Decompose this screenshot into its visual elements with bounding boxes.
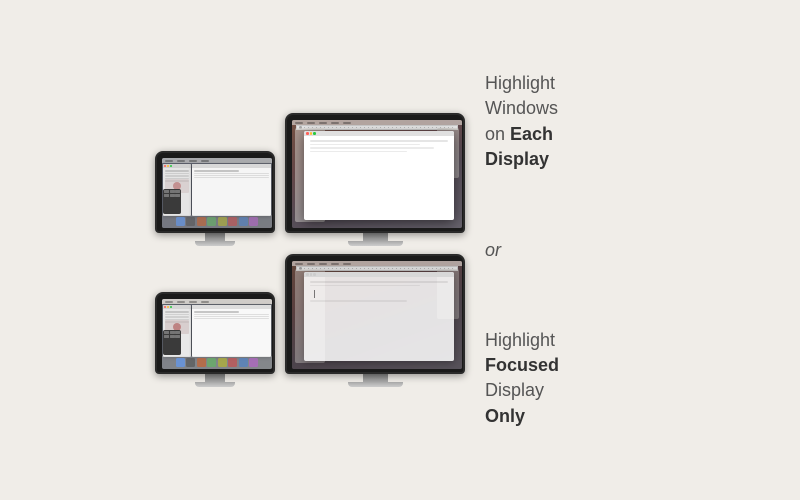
bottom-left-monitor-neck (205, 374, 225, 382)
bottom-label-text: Highlight Focused Display Only (485, 328, 645, 429)
or-text: or (485, 240, 501, 261)
top-label-block: Highlight Windows on Each Display (485, 71, 645, 172)
top-left-monitor (155, 151, 275, 233)
bottom-right-monitor (285, 254, 465, 374)
top-right-monitor-wrap (285, 113, 465, 246)
bottom-left-monitor-wrap (155, 292, 275, 387)
top-left-monitor-wrap (155, 151, 275, 246)
bottom-right-monitor-neck (363, 374, 388, 382)
top-monitor-row (155, 113, 465, 246)
top-right-monitor-neck (363, 233, 388, 241)
bottom-right-monitor-base (348, 382, 403, 387)
top-left-monitor-neck (205, 233, 225, 241)
bottom-right-monitor-wrap (285, 254, 465, 387)
bottom-monitor-row (155, 254, 465, 387)
bottom-left-screen (162, 299, 272, 369)
main-container: Highlight Windows on Each Display or Hig… (0, 0, 800, 500)
top-right-screen (292, 120, 462, 228)
top-left-screen (162, 158, 272, 228)
bottom-left-monitor-base (195, 382, 235, 387)
monitors-column (155, 113, 465, 387)
top-left-monitor-base (195, 241, 235, 246)
top-label-line1: Highlight Windows on Each Display (485, 71, 645, 172)
top-right-monitor-base (348, 241, 403, 246)
bottom-left-monitor (155, 292, 275, 374)
or-section: or (485, 235, 645, 266)
top-right-monitor (285, 113, 465, 233)
labels-section: Highlight Windows on Each Display or Hig… (485, 20, 645, 480)
bottom-label-block: Highlight Focused Display Only (485, 328, 645, 429)
bottom-right-screen (292, 261, 462, 369)
